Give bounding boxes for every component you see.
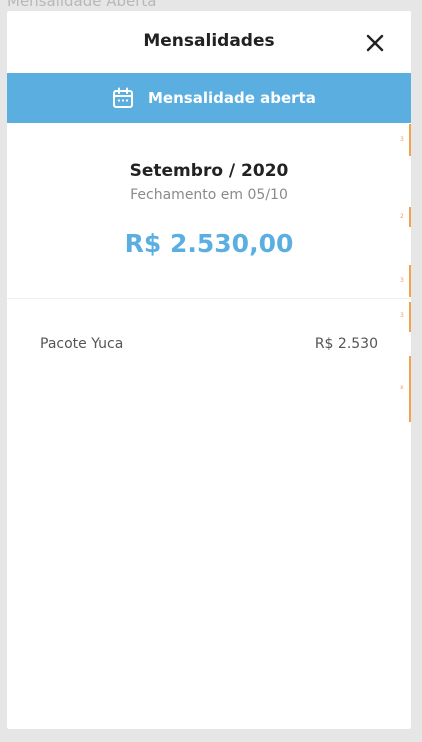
close-button[interactable] [363, 31, 387, 55]
edge-marker-label: 2 [400, 213, 404, 220]
closing-date: Fechamento em 05/10 [130, 187, 288, 203]
close-icon [366, 34, 384, 52]
edge-marker-label: x [400, 384, 404, 391]
edge-marker-label: 3 [400, 136, 404, 143]
edge-marker-line [409, 265, 411, 297]
banner-label: Mensalidade aberta [148, 89, 316, 107]
edge-marker-line [409, 356, 411, 422]
modal-header: Mensalidades [7, 11, 411, 73]
background-page-title: Mensalidade Aberta [7, 0, 157, 10]
edge-marker-label: 3 [400, 277, 404, 284]
edge-marker-line [409, 124, 411, 156]
edge-marker-line [409, 207, 411, 227]
modal-title: Mensalidades [143, 31, 275, 51]
item-name: Pacote Yuca [40, 336, 124, 352]
calendar-icon [113, 87, 133, 108]
divider [7, 298, 411, 299]
open-fee-banner: Mensalidade aberta [7, 73, 411, 123]
edge-marker-label: 3 [400, 312, 404, 319]
list-item: Pacote Yuca R$ 2.530 [40, 336, 378, 356]
item-value: R$ 2.530 [314, 336, 378, 352]
total-amount: R$ 2.530,00 [124, 229, 294, 258]
statement-month: Setembro / 2020 [129, 161, 289, 181]
monthly-fees-modal: Mensalidades Mensalidade aberta Setembro… [7, 11, 411, 729]
edge-marker-line [409, 302, 411, 332]
